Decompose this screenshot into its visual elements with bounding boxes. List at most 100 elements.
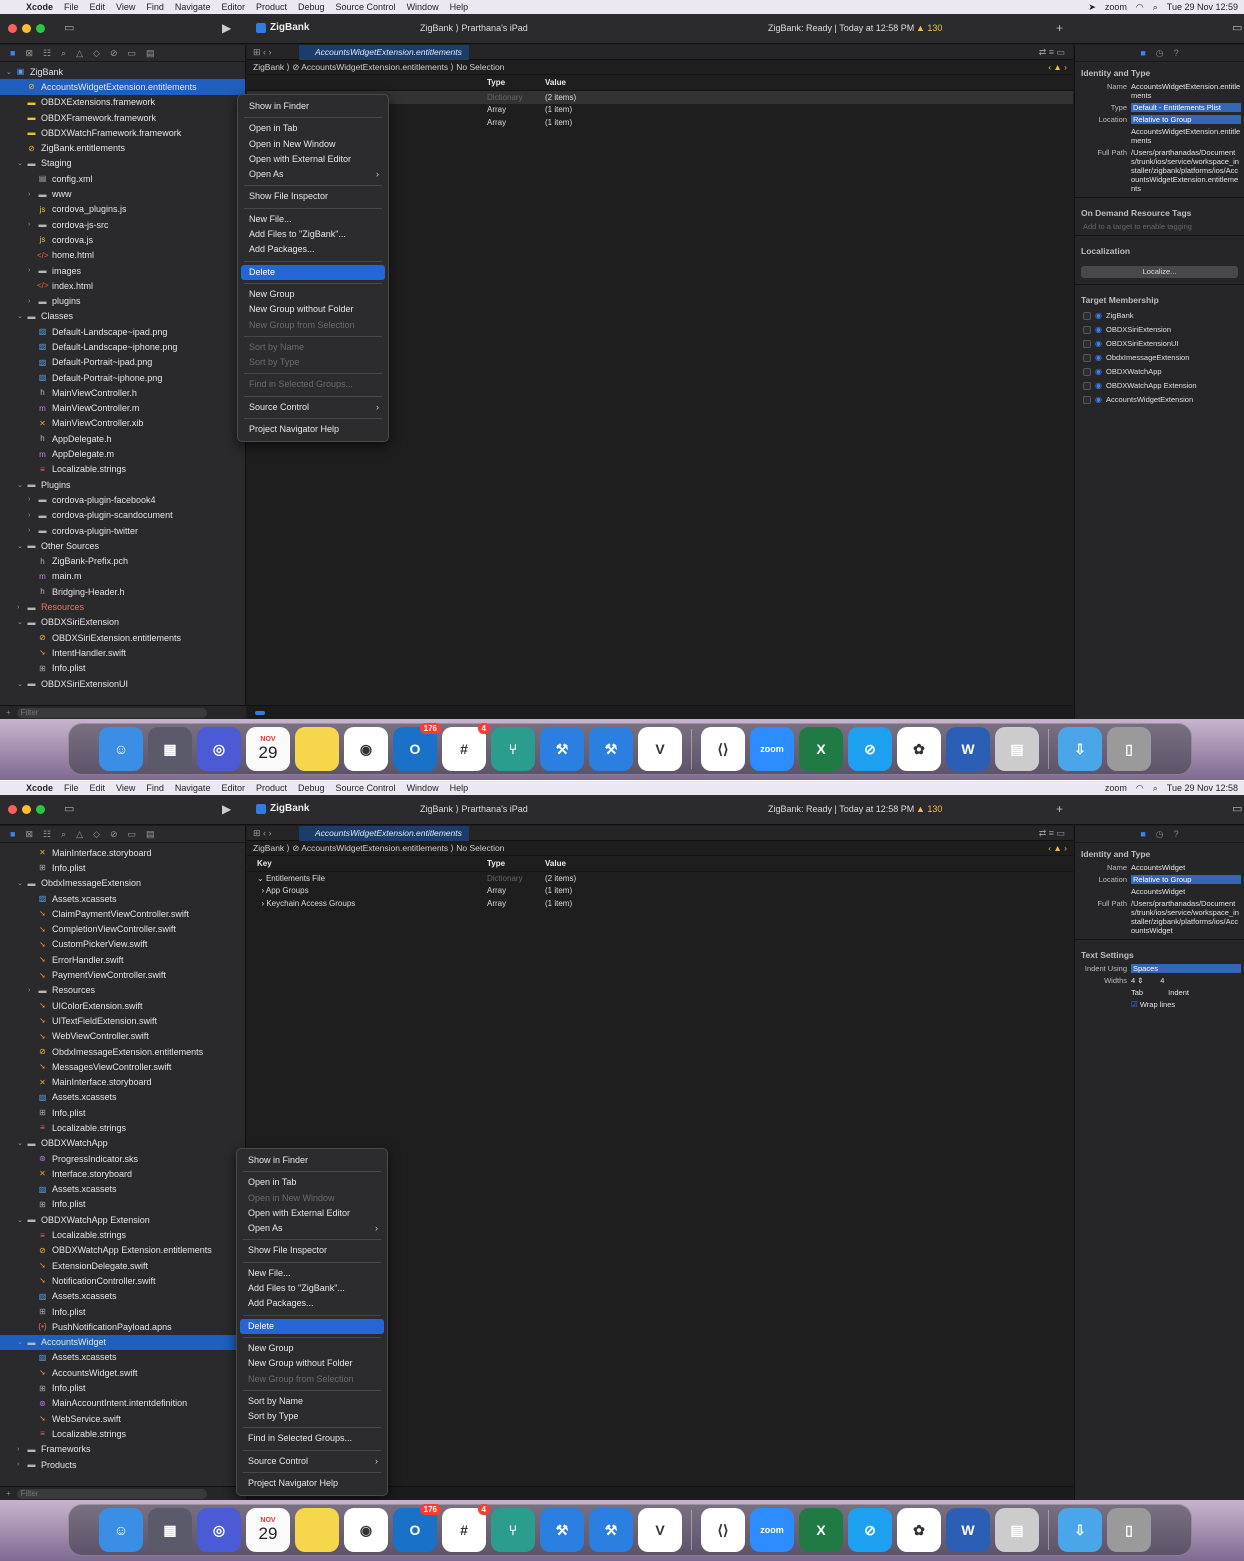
disclosure-icon[interactable]: ⌄ xyxy=(17,618,26,626)
history-icon[interactable]: ◷ xyxy=(1156,829,1164,840)
breakpoint-icon[interactable]: ▭ xyxy=(128,48,137,59)
debug-pill[interactable] xyxy=(255,711,265,715)
add-icon[interactable]: + xyxy=(1056,21,1063,35)
menu-item[interactable]: New Group without Folder xyxy=(240,1356,384,1371)
folder-icon[interactable]: ■ xyxy=(10,829,15,839)
disclosure-icon[interactable]: › xyxy=(28,987,37,994)
tree-item[interactable]: ⌄ ▬ AccountsWidget xyxy=(0,1334,245,1350)
odr-placeholder[interactable]: Add to a target to enable tagging xyxy=(1075,222,1244,231)
target-checkbox[interactable] xyxy=(1083,354,1091,362)
tree-item[interactable]: ➘ AccountsWidget.swift xyxy=(0,1365,245,1380)
scheme-selector[interactable]: ZigBank ⟩ Prarthana's iPad xyxy=(420,804,528,815)
menu-edit[interactable]: Edit xyxy=(90,783,106,793)
tree-item[interactable]: js cordova_plugins.js xyxy=(0,202,245,217)
disclosure-icon[interactable]: ⌄ xyxy=(6,68,15,76)
menu-debug[interactable]: Debug xyxy=(298,2,325,12)
editor-tab[interactable]: AccountsWidgetExtension.entitlements xyxy=(299,44,469,60)
editor-options-icon[interactable]: ⇄ ≡ ▭ xyxy=(1039,828,1073,839)
trash-icon[interactable]: ▯ xyxy=(1107,727,1151,771)
tree-item[interactable]: ≡ Localizable.strings xyxy=(0,1227,245,1242)
tree-item[interactable]: ⊛ ProgressIndicator.sks xyxy=(0,1151,245,1166)
symbol-icon[interactable]: ☷ xyxy=(43,48,51,59)
xcode-beta-icon[interactable]: ⚒ xyxy=(589,1508,633,1552)
menu-window[interactable]: Window xyxy=(407,2,439,12)
menu-editor[interactable]: Editor xyxy=(221,2,245,12)
tree-item[interactable]: › ▬ plugins xyxy=(0,293,245,308)
wrap-lines-checkbox[interactable]: ☑ Wrap lines xyxy=(1131,1000,1241,1009)
menu-item[interactable]: Sort by Type xyxy=(240,1409,384,1424)
menu-item[interactable]: Show File Inspector xyxy=(241,189,385,204)
editor-tab[interactable]: AccountsWidgetExtension.entitlements xyxy=(299,825,469,841)
target-item[interactable]: ◉ ZigBank xyxy=(1075,309,1244,323)
target-checkbox[interactable] xyxy=(1083,312,1091,320)
localize-button[interactable]: Localize... xyxy=(1081,266,1238,278)
safari-icon[interactable]: ⊘ xyxy=(848,1508,892,1552)
menu-help[interactable]: Help xyxy=(450,2,469,12)
tree-item[interactable]: ➘ ExtensionDelegate.swift xyxy=(0,1258,245,1273)
xcode-icon[interactable]: ⚒ xyxy=(540,727,584,771)
tree-item[interactable]: ⌄ ▬ ObdxImessageExtension xyxy=(0,876,245,891)
target-item[interactable]: ◉ OBDXWatchApp xyxy=(1075,365,1244,379)
tree-item[interactable]: ➘ WebService.swift xyxy=(0,1411,245,1426)
file-inspector-icon[interactable]: ■ xyxy=(1140,48,1145,58)
preview-icon[interactable]: ▤ xyxy=(995,1508,1039,1552)
disclosure-icon[interactable]: ⌄ xyxy=(17,542,26,550)
help-icon[interactable]: ? xyxy=(1174,48,1179,58)
name-field[interactable]: AccountsWidget xyxy=(1131,863,1241,872)
disclosure-icon[interactable]: › xyxy=(28,496,37,503)
menu-item[interactable]: Open As › xyxy=(241,167,385,182)
menu-item[interactable]: New File... xyxy=(240,1266,384,1281)
tree-item[interactable]: ⌄ ▬ OBDXSiriExtensionUI xyxy=(0,676,245,691)
find-icon[interactable]: ⌕ xyxy=(61,829,66,840)
disclosure-icon[interactable]: › xyxy=(17,1461,26,1468)
notes-icon[interactable] xyxy=(295,727,339,771)
tree-item[interactable]: ▬ OBDXFramework.framework xyxy=(0,110,245,125)
menu-item[interactable]: Show File Inspector xyxy=(240,1243,384,1258)
tree-item[interactable]: h AppDelegate.h xyxy=(0,431,245,446)
search-icon[interactable]: ⌕ xyxy=(1153,783,1158,794)
menu-source-control[interactable]: Source Control xyxy=(336,783,396,793)
tree-item[interactable]: ⊞ Info.plist xyxy=(0,661,245,676)
target-checkbox[interactable] xyxy=(1083,368,1091,376)
tree-item[interactable]: ⌄ ▬ OBDXWatchApp Extension xyxy=(0,1212,245,1227)
tree-item[interactable]: › ▬ Resources xyxy=(0,983,245,998)
minimize-button[interactable] xyxy=(22,805,31,814)
tree-item[interactable]: ≡ Localizable.strings xyxy=(0,462,245,477)
tree-item[interactable]: ⊛ MainAccountIntent.intentdefinition xyxy=(0,1396,245,1411)
target-checkbox[interactable] xyxy=(1083,382,1091,390)
menu-window[interactable]: Window xyxy=(407,783,439,793)
trash-icon[interactable]: ▯ xyxy=(1107,1508,1151,1552)
menu-view[interactable]: View xyxy=(116,783,135,793)
menu-item[interactable]: Project Navigator Help xyxy=(240,1476,384,1491)
tree-item[interactable]: h ZigBank-Prefix.pch xyxy=(0,554,245,569)
disclosure-icon[interactable]: › xyxy=(28,267,37,274)
disclosure-icon[interactable]: › xyxy=(28,221,37,228)
word-icon[interactable]: W xyxy=(946,727,990,771)
disclosure-icon[interactable]: ⌄ xyxy=(17,1216,26,1224)
menu-item[interactable]: Show in Finder xyxy=(240,1153,384,1168)
menu-navigate[interactable]: Navigate xyxy=(175,2,211,12)
filter-input[interactable]: Filter xyxy=(16,1488,207,1499)
menu-item[interactable]: Show in Finder xyxy=(241,99,385,114)
menu-item[interactable]: Delete xyxy=(240,1318,384,1334)
menu-product[interactable]: Product xyxy=(256,783,287,793)
gitkraken-icon[interactable]: ⑂ xyxy=(491,1508,535,1552)
history-icon[interactable]: ◷ xyxy=(1156,48,1164,59)
wifi-icon[interactable]: ◠ xyxy=(1136,783,1144,794)
launchpad-icon[interactable]: ▦ xyxy=(148,727,192,771)
menu-item[interactable]: Find in Selected Groups... xyxy=(240,1431,384,1446)
gitkraken-icon[interactable]: ⑂ xyxy=(491,727,535,771)
inspector-toggle-icon[interactable]: ▭ xyxy=(1232,21,1242,34)
indent-select[interactable]: Spaces xyxy=(1131,964,1241,973)
menu-find[interactable]: Find xyxy=(146,783,164,793)
vscode-icon[interactable]: ⟨⟩ xyxy=(701,1508,745,1552)
sidebar-toggle-icon[interactable]: ▭ xyxy=(64,21,74,34)
tree-item[interactable]: {•} PushNotificationPayload.apns xyxy=(0,1319,245,1334)
jump-path[interactable]: ZigBank ⟩ ⊘ AccountsWidgetExtension.enti… xyxy=(253,62,504,73)
tree-item[interactable]: ➘ WebViewController.swift xyxy=(0,1029,245,1044)
tree-item[interactable]: ➘ PaymentViewController.swift xyxy=(0,967,245,982)
tree-item[interactable]: h Bridging-Header.h xyxy=(0,584,245,599)
tab-width-stepper[interactable]: 4 xyxy=(1131,976,1135,985)
find-icon[interactable]: ⌕ xyxy=(61,48,66,59)
tree-item[interactable]: ⊘ ZigBank.entitlements xyxy=(0,140,245,155)
